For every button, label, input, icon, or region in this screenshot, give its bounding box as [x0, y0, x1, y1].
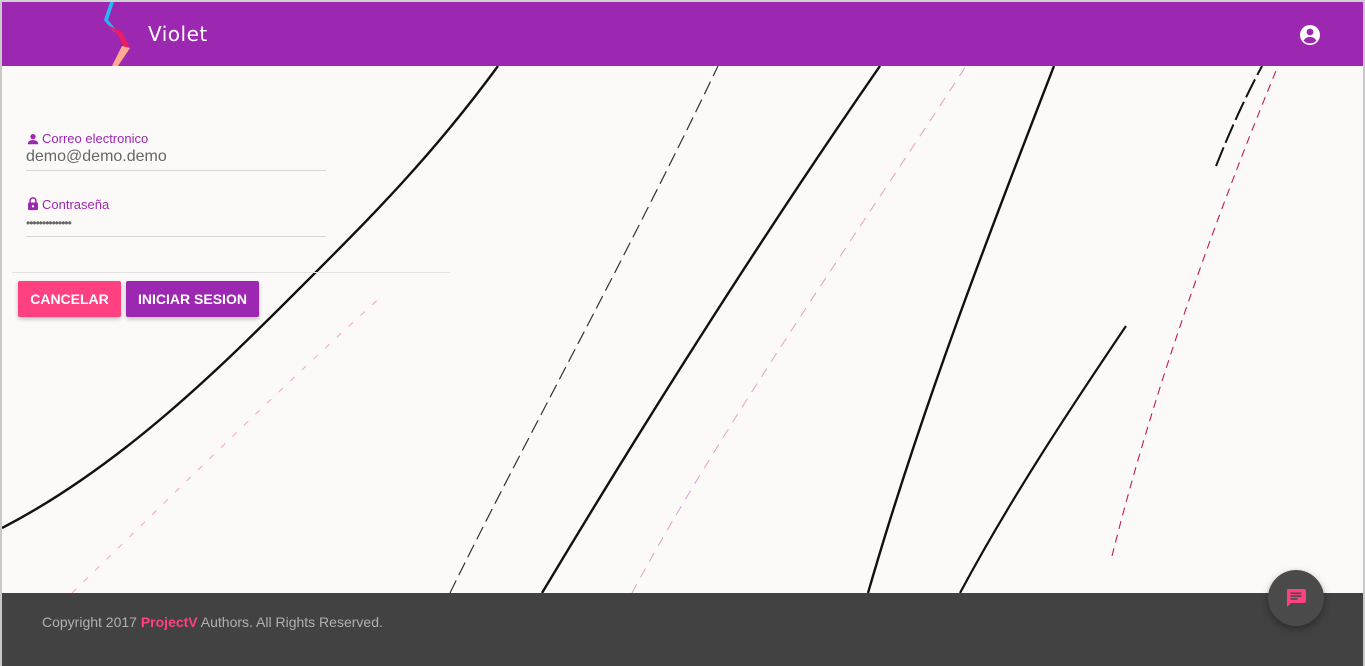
- chat-icon: [1287, 589, 1306, 607]
- cancel-button[interactable]: CANCELAR: [18, 281, 121, 317]
- copyright-text: Copyright 2017 ProjectV Authors. All Rig…: [42, 614, 383, 630]
- email-underline: [26, 170, 326, 171]
- password-input[interactable]: [26, 213, 326, 233]
- lock-icon: [28, 197, 38, 211]
- footer: Copyright 2017 ProjectV Authors. All Rig…: [2, 593, 1363, 666]
- account-circle-icon[interactable]: [1298, 23, 1322, 47]
- login-page-content: Correo electronico Contraseña CANCELAR I…: [2, 66, 1363, 593]
- password-underline: [26, 236, 326, 237]
- login-button[interactable]: INICIAR SESION: [126, 281, 259, 317]
- form-divider: [12, 272, 450, 273]
- password-field: Contraseña: [26, 194, 326, 237]
- copyright-prefix: Copyright 2017: [42, 614, 137, 630]
- email-label: Correo electronico: [42, 131, 149, 146]
- copyright-suffix: Authors. All Rights Reserved.: [200, 614, 383, 630]
- app-title: Violet: [148, 22, 208, 46]
- email-input[interactable]: [26, 147, 326, 167]
- password-label: Contraseña: [42, 197, 110, 212]
- top-app-bar: Violet: [2, 2, 1363, 66]
- person-icon: [27, 134, 39, 145]
- brand-link[interactable]: ProjectV: [141, 614, 198, 630]
- email-field: Correo electronico: [26, 128, 326, 171]
- violet-logo-icon: [104, 2, 130, 66]
- chat-fab-button[interactable]: [1268, 570, 1324, 626]
- login-form: Correo electronico Contraseña CANCELAR I…: [12, 66, 450, 326]
